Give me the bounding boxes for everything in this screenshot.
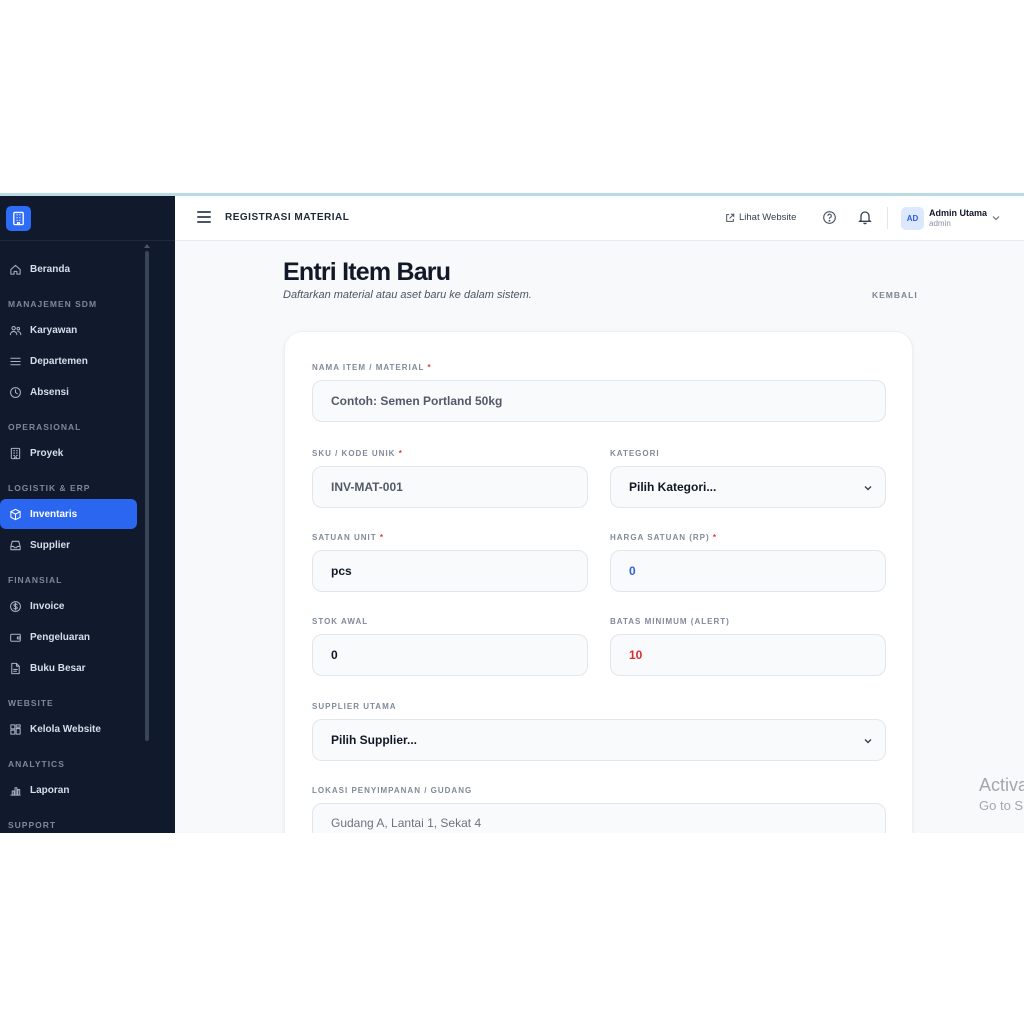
sidebar-item-label: Laporan	[30, 784, 70, 796]
sidebar-item-proyek[interactable]: Proyek	[0, 438, 146, 468]
scroll-up-arrow-icon[interactable]	[144, 244, 150, 248]
file-icon	[8, 661, 22, 675]
app-window: Beranda MANAJEMEN SDM Karyawan Departemen Ab…	[0, 193, 1024, 833]
sidebar-item-beranda[interactable]: Beranda	[0, 254, 146, 284]
sidebar-item-label: Departemen	[30, 355, 88, 367]
inbox-icon	[8, 538, 22, 552]
users-icon	[8, 323, 22, 337]
lokasi-label: LOKASI PENYIMPANAN / GUDANG	[312, 786, 473, 795]
sidebar-item-label: Supplier	[30, 539, 71, 551]
satuan-unit-input[interactable]: pcs	[312, 550, 588, 592]
sidebar-section-label: SUPPORT	[8, 820, 57, 830]
kategori-select[interactable]: Pilih Kategori...	[610, 466, 886, 508]
activation-watermark-title: Activa	[979, 775, 1024, 795]
stok-awal-input[interactable]: 0	[312, 634, 588, 676]
menu-toggle-icon[interactable]	[197, 211, 211, 225]
supplier-label: SUPPLIER UTAMA	[312, 702, 397, 711]
sidebar-item-label: Kelola Website	[30, 723, 101, 735]
supplier-value: Pilih Supplier...	[331, 733, 418, 747]
lihat-website-label: Lihat Website	[739, 212, 797, 223]
stok-value: 0	[331, 648, 338, 662]
sidebar-section-label: MANAJEMEN SDM	[8, 299, 98, 309]
home-icon	[8, 262, 22, 276]
satuan-label: SATUAN UNIT *	[312, 533, 384, 542]
batas-minimum-input[interactable]: 10	[610, 634, 886, 676]
sidebar-section-label: WEBSITE	[8, 698, 54, 708]
page-title: REGISTRASI MATERIAL	[225, 212, 350, 223]
satuan-value: pcs	[331, 564, 352, 578]
page-subtitle: Daftarkan material atau aset baru ke dal…	[283, 289, 532, 301]
external-link-icon	[726, 213, 735, 222]
sidebar-item-buku-besar[interactable]: Buku Besar	[0, 653, 146, 683]
layout-icon	[8, 722, 22, 736]
activation-watermark-subtitle: Go to S	[979, 798, 1024, 813]
user-name[interactable]: Admin Utama	[929, 208, 987, 218]
user-role: admin	[929, 219, 951, 228]
harga-satuan-input[interactable]: 0	[610, 550, 886, 592]
sidebar-section-label: FINANSIAL	[8, 575, 63, 585]
back-button[interactable]: KEMBALI	[872, 290, 918, 300]
box-icon	[8, 507, 22, 521]
kategori-value: Pilih Kategori...	[629, 480, 717, 494]
wallet-icon	[8, 630, 22, 644]
sidebar-item-departemen[interactable]: Departemen	[0, 346, 146, 376]
chevron-down-icon	[864, 739, 872, 744]
sidebar-item-label: Beranda	[30, 263, 71, 275]
sidebar-section-label: OPERASIONAL	[8, 422, 82, 432]
bell-icon[interactable]	[857, 209, 873, 225]
sidebar-section-label: ANALYTICS	[8, 759, 65, 769]
sidebar-item-label: Buku Besar	[30, 662, 86, 674]
sidebar-item-supplier[interactable]: Supplier	[0, 530, 146, 560]
chevron-down-icon	[864, 486, 872, 491]
lokasi-placeholder: Gudang A, Lantai 1, Sekat 4	[331, 816, 482, 830]
help-circle-icon[interactable]	[822, 210, 837, 225]
sidebar-item-label: Proyek	[30, 447, 64, 459]
lihat-website-link[interactable]: Lihat Website	[725, 212, 796, 223]
building-icon	[8, 446, 22, 460]
form-card: NAMA ITEM / MATERIAL * Contoh: Semen Por…	[284, 331, 913, 833]
sidebar-section-label: LOGISTIK & ERP	[8, 483, 91, 493]
batas-value: 10	[629, 648, 643, 662]
sidebar-item-label: Pengeluaran	[30, 631, 91, 643]
lokasi-input[interactable]: Gudang A, Lantai 1, Sekat 4	[312, 803, 886, 833]
nama-label: NAMA ITEM / MATERIAL *	[312, 363, 432, 372]
list-icon	[8, 354, 22, 368]
sidebar-item-pengeluaran[interactable]: Pengeluaran	[0, 622, 146, 652]
kategori-label: KATEGORI	[610, 449, 660, 458]
sku-label: SKU / KODE UNIK *	[312, 449, 403, 458]
header-divider	[887, 207, 888, 229]
sidebar-item-laporan[interactable]: Laporan	[0, 775, 146, 805]
sku-placeholder: INV-MAT-001	[331, 480, 403, 494]
sidebar-item-label: Karyawan	[30, 324, 78, 336]
sku-input[interactable]: INV-MAT-001	[312, 466, 588, 508]
supplier-select[interactable]: Pilih Supplier...	[312, 719, 886, 761]
top-header: REGISTRASI MATERIAL Lihat Website AD Adm…	[175, 196, 1024, 241]
batas-label: BATAS MINIMUM (ALERT)	[610, 617, 730, 626]
avatar[interactable]: AD	[901, 207, 924, 230]
sidebar-nav: Beranda MANAJEMEN SDM Karyawan Departemen Ab…	[0, 254, 146, 833]
sidebar-item-karyawan[interactable]: Karyawan	[0, 315, 146, 345]
dollar-icon	[8, 599, 22, 613]
harga-value: 0	[629, 564, 636, 578]
nama-placeholder: Contoh: Semen Portland 50kg	[331, 394, 503, 408]
sidebar-item-label: Absensi	[30, 386, 69, 398]
sidebar-item-inventaris[interactable]: Inventaris	[0, 499, 137, 529]
sidebar-item-label: Inventaris	[30, 508, 78, 520]
sidebar-item-kelola-website[interactable]: Kelola Website	[0, 714, 146, 744]
sidebar: Beranda MANAJEMEN SDM Karyawan Departemen Ab…	[0, 196, 175, 833]
logo-area	[0, 196, 175, 241]
harga-label: HARGA SATUAN (RP) *	[610, 533, 718, 542]
page-heading: Entri Item Baru	[283, 258, 451, 286]
stok-label: STOK AWAL	[312, 617, 369, 626]
chevron-down-icon[interactable]	[991, 213, 1001, 223]
sidebar-item-label: Invoice	[30, 600, 65, 612]
sidebar-item-absensi[interactable]: Absensi	[0, 377, 146, 407]
building-logo-icon[interactable]	[6, 205, 31, 231]
clock-icon	[8, 385, 22, 399]
nama-item-input[interactable]: Contoh: Semen Portland 50kg	[312, 380, 886, 422]
sidebar-item-invoice[interactable]: Invoice	[0, 591, 146, 621]
bar-chart-icon	[8, 783, 22, 797]
main-content: Entri Item Baru Daftarkan material atau …	[175, 241, 1024, 833]
